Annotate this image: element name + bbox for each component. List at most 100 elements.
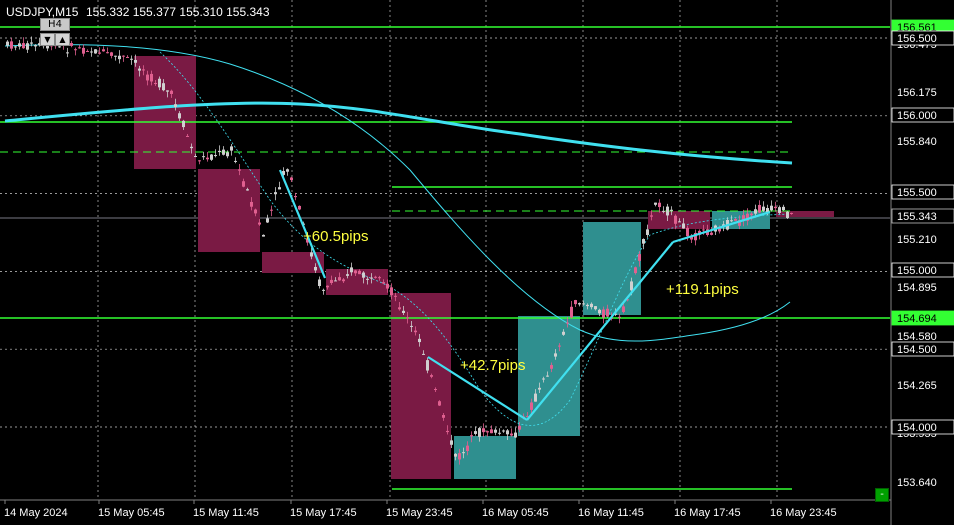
candle-body bbox=[258, 222, 261, 225]
candle-body bbox=[354, 270, 357, 274]
candle-body bbox=[670, 209, 673, 211]
price-chart[interactable]: +60.5pips +42.7pips +119.1pips 156.47515… bbox=[0, 0, 954, 525]
candle-body bbox=[338, 277, 341, 281]
candle-body bbox=[330, 279, 333, 283]
candle-body bbox=[562, 331, 565, 335]
candle-body bbox=[250, 201, 253, 207]
candle-body bbox=[222, 149, 225, 155]
candle-body bbox=[122, 55, 125, 57]
candle-body bbox=[390, 287, 393, 296]
candle-body bbox=[778, 207, 781, 213]
candle-body bbox=[622, 306, 625, 313]
candle-body bbox=[118, 55, 121, 60]
candle-body bbox=[86, 50, 89, 52]
candle-body bbox=[326, 285, 329, 288]
time-axis: 14 May 2024 15 May 05:45 15 May 11:45 15 Ma… bbox=[4, 500, 837, 519]
candle-body bbox=[242, 181, 245, 187]
h4-candle-box bbox=[776, 211, 834, 217]
price-tick-label: 155.210 bbox=[897, 234, 937, 246]
candle-body bbox=[18, 43, 21, 47]
candle-body bbox=[574, 300, 577, 305]
candle-body bbox=[650, 215, 653, 217]
candle-body bbox=[578, 303, 581, 305]
candle-body bbox=[438, 401, 441, 406]
price-tick-label: 155.840 bbox=[897, 136, 937, 148]
candle-body bbox=[506, 430, 509, 435]
candle-body bbox=[102, 49, 105, 52]
price-tick-label: 154.895 bbox=[897, 282, 937, 294]
h4-boxes bbox=[134, 56, 834, 479]
candle-body bbox=[210, 154, 213, 160]
candle-body bbox=[642, 239, 645, 244]
candle-body bbox=[478, 428, 481, 437]
h4-candle-box bbox=[648, 211, 710, 229]
candle-body bbox=[58, 46, 61, 48]
candle-body bbox=[14, 46, 17, 48]
candle-body bbox=[542, 378, 545, 380]
candle-body bbox=[26, 43, 29, 50]
candle-body bbox=[458, 453, 461, 460]
candle-body bbox=[126, 56, 129, 58]
candle-body bbox=[602, 309, 605, 318]
candle-body bbox=[402, 310, 405, 314]
price-label: 155.000 bbox=[897, 265, 937, 277]
candle-body bbox=[158, 78, 161, 88]
candle-body bbox=[554, 353, 557, 357]
candle-body bbox=[10, 41, 13, 49]
candle-body bbox=[138, 68, 141, 71]
candle-body bbox=[334, 280, 337, 282]
candle-body bbox=[266, 218, 269, 223]
candle-body bbox=[350, 267, 353, 273]
candle-body bbox=[6, 41, 9, 46]
candle-body bbox=[114, 55, 117, 57]
time-tick-label: 14 May 2024 bbox=[4, 507, 68, 519]
candle-body bbox=[486, 431, 489, 433]
timeframe-badge[interactable]: H4 bbox=[40, 18, 70, 31]
candle-body bbox=[230, 146, 233, 151]
candle-body bbox=[442, 415, 445, 418]
scroll-down-button[interactable]: ▼ bbox=[40, 33, 55, 46]
candle-body bbox=[662, 210, 665, 212]
candle-body bbox=[74, 49, 77, 51]
candle-body bbox=[786, 211, 789, 219]
candle-body bbox=[446, 430, 449, 433]
candle-body bbox=[758, 204, 761, 213]
candle-body bbox=[462, 452, 465, 454]
candle-body bbox=[270, 209, 273, 211]
candle-body bbox=[346, 274, 349, 276]
candle-body bbox=[606, 308, 609, 317]
time-tick-label: 16 May 11:45 bbox=[578, 507, 644, 519]
candle-body bbox=[494, 429, 497, 433]
candle-body bbox=[774, 206, 777, 209]
candle-body bbox=[734, 218, 737, 221]
candle-body bbox=[186, 135, 189, 137]
candle-body bbox=[422, 353, 425, 355]
candle-body bbox=[770, 205, 773, 211]
candle-body bbox=[502, 430, 505, 432]
corner-toggle-button[interactable]: - bbox=[875, 488, 889, 502]
price-label: 154.000 bbox=[897, 422, 937, 434]
candle-body bbox=[198, 160, 201, 162]
candle-body bbox=[658, 202, 661, 208]
candle-body bbox=[182, 120, 185, 128]
candle-body bbox=[490, 429, 493, 434]
candle-body bbox=[358, 270, 361, 275]
scroll-up-button[interactable]: ▲ bbox=[55, 33, 70, 46]
candle-body bbox=[294, 196, 297, 198]
candle-body bbox=[286, 169, 289, 172]
candle-body bbox=[110, 52, 113, 56]
pips-label-3: +119.1pips bbox=[666, 281, 739, 298]
candle-body bbox=[558, 345, 561, 347]
time-tick-label: 15 May 23:45 bbox=[386, 507, 453, 519]
candle-body bbox=[454, 453, 457, 457]
candle-body bbox=[30, 42, 33, 44]
candle-body bbox=[782, 206, 785, 211]
candle-body bbox=[702, 229, 705, 231]
candle-body bbox=[218, 150, 221, 153]
candle-body bbox=[434, 389, 437, 391]
candle-body bbox=[710, 232, 713, 235]
candle-body bbox=[234, 160, 237, 162]
candle-body bbox=[634, 267, 637, 274]
pips-label-2: +42.7pips bbox=[460, 357, 525, 374]
candle-body bbox=[546, 375, 549, 377]
